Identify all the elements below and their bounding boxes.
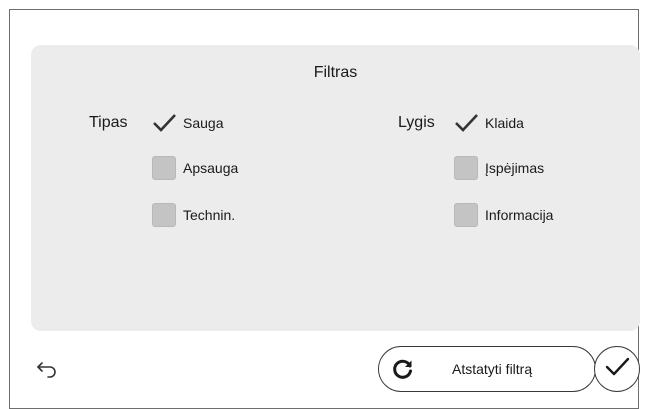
checkbox-label: Technin. xyxy=(183,207,236,223)
type-group-label: Tipas xyxy=(89,114,128,131)
checkbox-label: Informacija xyxy=(485,207,554,223)
checkmark-icon xyxy=(152,111,176,135)
back-arrow-icon[interactable] xyxy=(36,357,58,379)
checkbox-box xyxy=(152,156,176,180)
checkbox-label: Sauga xyxy=(183,115,224,131)
checkbox-label: Klaida xyxy=(485,115,524,131)
checkbox-box xyxy=(454,203,478,227)
checkbox-label: Įspėjimas xyxy=(485,160,545,176)
checkbox-informacija[interactable]: Informacija xyxy=(454,203,553,227)
checkbox-sauga[interactable]: Sauga xyxy=(152,111,223,135)
checkbox-technin[interactable]: Technin. xyxy=(152,203,235,227)
checkbox-apsauga[interactable]: Apsauga xyxy=(152,156,238,180)
filter-panel: Filtras Tipas Sauga Apsauga Technin. Lyg… xyxy=(31,45,640,331)
checkmark-icon xyxy=(454,111,478,135)
checkbox-box xyxy=(152,203,176,227)
checkmark-icon xyxy=(603,353,631,386)
checkbox-label: Apsauga xyxy=(183,160,239,176)
confirm-button[interactable] xyxy=(594,346,640,392)
panel-title: Filtras xyxy=(313,64,358,81)
refresh-icon xyxy=(392,358,414,380)
reset-filter-label: Atstatyti filtrą xyxy=(452,361,533,377)
level-group-label: Lygis xyxy=(398,114,435,131)
checkbox-ispejimas[interactable]: Įspėjimas xyxy=(454,156,544,180)
checkbox-box xyxy=(454,156,478,180)
checkbox-klaida[interactable]: Klaida xyxy=(454,111,524,135)
reset-filter-button[interactable]: Atstatyti filtrą xyxy=(378,346,596,392)
